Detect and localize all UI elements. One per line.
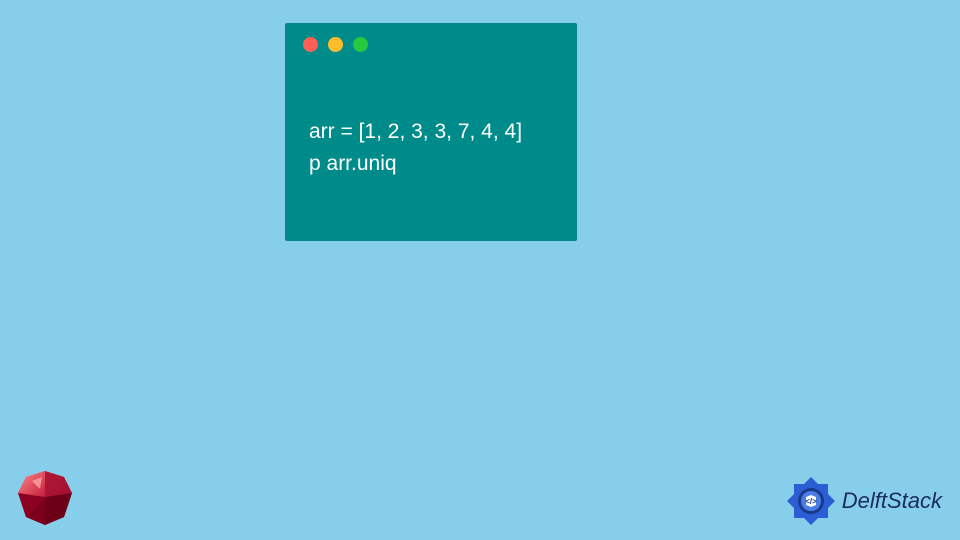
code-line-2: p arr.uniq — [309, 152, 397, 175]
delftstack-name: DelftStack — [842, 488, 942, 514]
maximize-icon — [353, 37, 368, 52]
delftstack-logo: </> DelftStack — [784, 474, 942, 528]
delftstack-badge-icon: </> — [784, 474, 838, 528]
close-icon — [303, 37, 318, 52]
code-block: arr = [1, 2, 3, 3, 7, 4, 4] p arr.uniq — [285, 66, 577, 179]
ruby-logo-icon — [14, 469, 76, 527]
window-controls — [285, 23, 577, 66]
code-window: arr = [1, 2, 3, 3, 7, 4, 4] p arr.uniq — [285, 23, 577, 241]
minimize-icon — [328, 37, 343, 52]
code-line-1: arr = [1, 2, 3, 3, 7, 4, 4] — [309, 120, 522, 143]
svg-text:</>: </> — [805, 497, 817, 506]
